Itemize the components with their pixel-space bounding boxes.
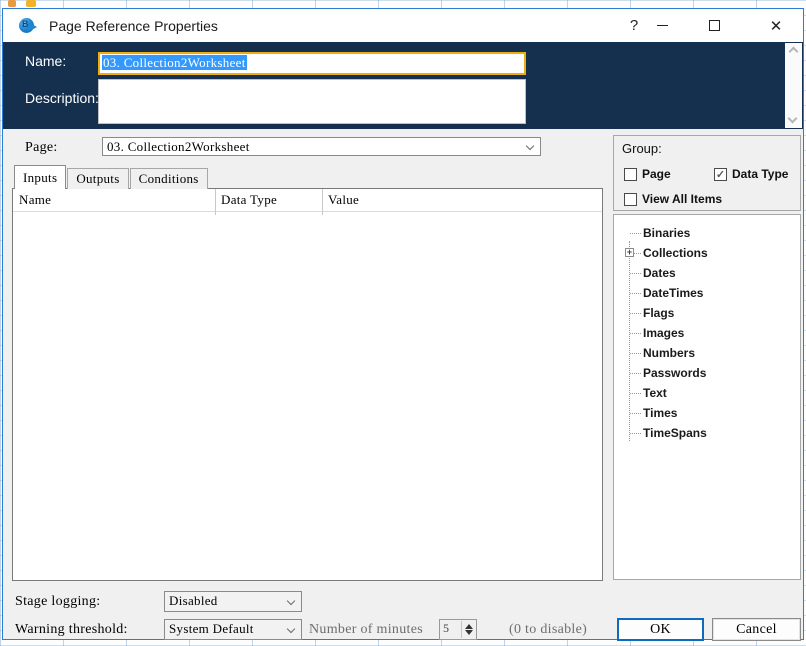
stage-logging-label: Stage logging:: [15, 594, 101, 609]
list-header: Name Data Type Value: [13, 189, 602, 215]
chevron-down-icon: [525, 141, 535, 151]
description-textarea[interactable]: [98, 79, 526, 124]
page-dropdown[interactable]: 03. Collection2Worksheet: [102, 137, 541, 156]
stage-logging-dropdown[interactable]: Disabled: [164, 591, 302, 612]
spinner-buttons[interactable]: [461, 621, 475, 638]
checkbox-page-label: Page: [642, 167, 671, 181]
tree-item-dates[interactable]: Dates: [614, 263, 800, 283]
column-header-data-type[interactable]: Data Type: [221, 192, 277, 208]
background-toolbar-fragment: [8, 0, 16, 7]
name-input[interactable]: 03. Collection2Worksheet: [98, 52, 526, 75]
chevron-down-icon: [286, 596, 296, 606]
tree-item-flags[interactable]: Flags: [614, 303, 800, 323]
checkbox-data-type[interactable]: ✓ Data Type: [714, 167, 788, 181]
tree-item-text[interactable]: Text: [614, 383, 800, 403]
checkbox-icon[interactable]: [624, 192, 637, 206]
tree-item-datetimes[interactable]: DateTimes: [614, 283, 800, 303]
cancel-button[interactable]: Cancel: [712, 618, 801, 641]
title-bar[interactable]: Page Reference Properties ? ✕: [3, 9, 803, 42]
column-divider: [322, 189, 323, 215]
scroll-up-icon[interactable]: [788, 46, 799, 57]
page-reference-properties-dialog: Page Reference Properties ? ✕ Name: 03. …: [2, 8, 804, 641]
inputs-list[interactable]: Name Data Type Value: [12, 188, 603, 581]
ok-button[interactable]: OK: [617, 618, 704, 641]
data-items-tree[interactable]: Binaries + Collections Dates DateTimes Fl…: [613, 214, 801, 580]
page-label: Page:: [25, 140, 58, 155]
description-scrollbar[interactable]: [785, 43, 802, 128]
name-label: Name:: [25, 53, 67, 69]
minimize-button[interactable]: [647, 25, 677, 26]
column-divider: [215, 189, 216, 215]
page-dropdown-value: 03. Collection2Worksheet: [107, 139, 250, 154]
expand-icon[interactable]: +: [625, 248, 634, 257]
minutes-spinner[interactable]: 5: [439, 619, 477, 640]
maximize-icon: [708, 20, 720, 31]
minimize-icon: [656, 25, 668, 26]
tree-item-numbers[interactable]: Numbers: [614, 343, 800, 363]
chevron-down-icon: [286, 624, 296, 634]
checkbox-view-all-items[interactable]: View All Items: [624, 192, 722, 206]
help-button[interactable]: ?: [621, 17, 647, 34]
tab-outputs[interactable]: Outputs: [67, 168, 129, 189]
tree-item-timespans[interactable]: TimeSpans: [614, 423, 800, 443]
name-input-selected-text: 03. Collection2Worksheet: [102, 55, 247, 70]
warning-threshold-dropdown[interactable]: System Default: [164, 619, 302, 640]
tree-item-times[interactable]: Times: [614, 403, 800, 423]
header-band: Name: 03. Collection2Worksheet Descripti…: [3, 42, 803, 129]
tree-item-binaries[interactable]: Binaries: [614, 223, 800, 243]
tree-item-images[interactable]: Images: [614, 323, 800, 343]
column-header-value[interactable]: Value: [328, 192, 359, 208]
checkbox-icon[interactable]: [624, 167, 637, 181]
spinner-down-icon[interactable]: [465, 630, 473, 635]
maximize-button[interactable]: [699, 20, 729, 31]
warning-threshold-value: System Default: [169, 621, 254, 636]
stage-logging-value: Disabled: [169, 593, 218, 608]
number-of-minutes-label: Number of minutes: [309, 622, 423, 637]
checkbox-view-all-items-label: View All Items: [642, 192, 723, 206]
checkbox-data-type-label: Data Type: [732, 167, 789, 181]
minutes-value: 5: [443, 621, 449, 635]
background-toolbar-fragment: [26, 0, 36, 7]
group-title: Group:: [622, 141, 662, 156]
spinner-up-icon[interactable]: [465, 624, 473, 629]
checkbox-page[interactable]: Page: [624, 167, 671, 181]
tab-strip: Inputs Outputs Conditions: [14, 165, 209, 189]
group-panel: Group: Page ✓ Data Type View All Items: [613, 135, 801, 211]
column-header-name[interactable]: Name: [19, 192, 51, 208]
warning-threshold-label: Warning threshold:: [15, 622, 128, 637]
scroll-down-icon[interactable]: [787, 113, 798, 124]
blue-prism-page-icon: [19, 17, 39, 34]
tab-inputs[interactable]: Inputs: [14, 165, 67, 189]
checkbox-checked-icon[interactable]: ✓: [714, 167, 727, 181]
window-title: Page Reference Properties: [49, 17, 218, 34]
description-label: Description:: [25, 90, 99, 106]
zero-to-disable-hint: (0 to disable): [509, 622, 588, 637]
tree-item-passwords[interactable]: Passwords: [614, 363, 800, 383]
tree-item-collections[interactable]: + Collections: [614, 243, 800, 263]
close-button[interactable]: ✕: [759, 17, 793, 35]
tab-conditions[interactable]: Conditions: [129, 168, 208, 189]
